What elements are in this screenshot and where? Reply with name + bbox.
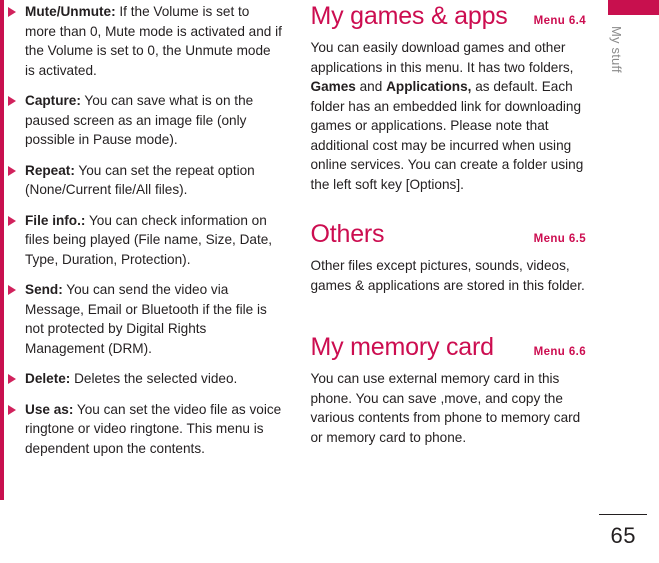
chapter-side-tab: My stuff (609, 26, 626, 146)
section-menu-code: Menu 6.6 (533, 346, 586, 358)
section-title: My games & apps (310, 2, 508, 30)
right-column: My games & apps Menu 6.4 You can easily … (311, 0, 587, 563)
section-header: My memory card Menu 6.6 (311, 333, 587, 361)
list-item: File info.: You can check information on… (8, 211, 284, 270)
page-number: 65 (610, 523, 636, 548)
section-body-part: as default. Each folder has an embedded … (310, 79, 584, 192)
chapter-side-tab-label: My stuff (609, 26, 624, 73)
triangle-right-icon (8, 215, 16, 226)
section-my-games-and-apps: My games & apps Menu 6.4 You can easily … (311, 2, 587, 194)
left-column: Mute/Unmute: If the Volume is set to mor… (0, 0, 284, 563)
section-others: Others Menu 6.5 Other files except pictu… (311, 220, 587, 295)
section-title: Others (310, 220, 385, 248)
section-body-part: You can easily download games and other … (310, 40, 574, 75)
section-body-bold-applications: Applications, (386, 79, 472, 94)
list-item-term: Delete: (25, 371, 71, 386)
section-title: My memory card (310, 333, 495, 361)
triangle-right-icon (8, 374, 16, 384)
section-header: My games & apps Menu 6.4 (311, 2, 587, 30)
list-item-term: Mute/Unmute: (25, 4, 116, 19)
section-menu-code: Menu 6.4 (533, 15, 586, 27)
list-item: Capture: You can save what is on the pau… (8, 91, 284, 150)
list-item: Repeat: You can set the repeat option (N… (8, 161, 284, 200)
list-item: Delete: Deletes the selected video. (8, 369, 284, 389)
list-item: Use as: You can set the video file as vo… (8, 400, 284, 459)
section-my-memory-card: My memory card Menu 6.6 You can use exte… (311, 333, 587, 447)
list-item: Mute/Unmute: If the Volume is set to mor… (8, 2, 284, 80)
triangle-right-icon (8, 7, 16, 17)
list-item-term: Use as: (25, 401, 74, 417)
list-item-term: Repeat: (25, 162, 75, 178)
list-item-term: File info.: (25, 212, 86, 228)
triangle-right-icon (8, 404, 16, 415)
corner-accent-block (608, 0, 659, 15)
section-header: Others Menu 6.5 (311, 220, 587, 248)
section-body: You can use external memory card in this… (310, 371, 581, 445)
section-body-bold-games: Games (310, 79, 356, 94)
page-columns: Mute/Unmute: If the Volume is set to mor… (0, 0, 586, 563)
page-number-rule (599, 514, 647, 515)
section-menu-code: Menu 6.5 (533, 233, 586, 245)
list-item-text: Deletes the selected video. (70, 371, 238, 386)
list-item-term: Capture: (25, 93, 81, 108)
list-item-term: Send: (25, 282, 63, 297)
list-item: Send: You can send the video via Message… (8, 280, 284, 358)
section-body-part: and (355, 79, 387, 94)
triangle-right-icon (8, 285, 16, 295)
section-body: You can easily download games and other … (311, 38, 587, 194)
section-body: Other files except pictures, sounds, vid… (310, 258, 585, 293)
triangle-right-icon (8, 96, 16, 106)
triangle-right-icon (8, 165, 16, 176)
